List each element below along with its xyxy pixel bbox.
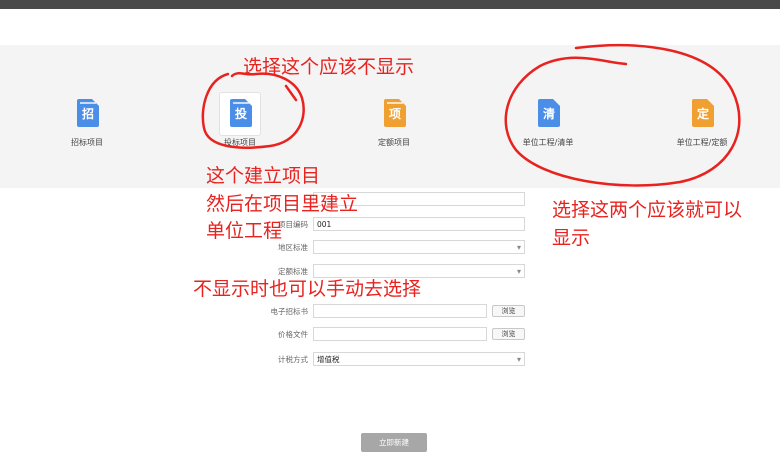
e-bid-browse-button[interactable]: 浏览 <box>492 305 525 317</box>
price-file-browse-button[interactable]: 浏览 <box>492 328 525 340</box>
quota-project-document-icon: 项 <box>384 99 406 127</box>
region-standard-row: 地区标准 <box>0 240 780 256</box>
region-standard-label: 地区标准 <box>278 243 308 252</box>
project-type-label: 投标项目 <box>224 138 256 147</box>
project-code-input[interactable]: 001 <box>313 217 525 231</box>
price-file-row: 价格文件 浏览 <box>0 327 780 343</box>
price-file-input[interactable] <box>313 327 487 341</box>
project-type-unit-quota[interactable]: 定 单位工程/定额 <box>647 92 757 148</box>
unit-project-bill-document-icon: 清 <box>538 99 560 127</box>
project-type-label: 单位工程/定额 <box>676 138 728 147</box>
project-type-bid-invitation[interactable]: 招 招标项目 <box>32 92 142 148</box>
annotation-left-line2: 然后在项目里建立 <box>206 193 359 215</box>
e-bid-file-input[interactable] <box>313 304 487 318</box>
bid-invitation-document-icon: 招 <box>77 99 99 127</box>
project-type-unit-bill[interactable]: 清 单位工程/清单 <box>493 92 603 148</box>
create-now-button[interactable]: 立即新建 <box>361 433 427 452</box>
unit-project-quota-document-icon: 定 <box>692 99 714 127</box>
icon-frame: 投 <box>219 92 261 136</box>
e-bid-file-label: 电子招标书 <box>270 307 309 316</box>
project-type-label: 单位工程/清单 <box>522 138 574 147</box>
project-type-label: 招标项目 <box>71 138 103 147</box>
tax-method-label: 计税方式 <box>278 355 308 364</box>
region-standard-select[interactable] <box>313 240 525 254</box>
tax-method-row: 计税方式 增值税 <box>0 352 780 368</box>
project-code-label: 项目编码 <box>278 220 308 229</box>
icon-frame: 项 <box>373 92 415 136</box>
tender-document-icon: 投 <box>230 99 252 127</box>
project-type-quota[interactable]: 项 定额项目 <box>339 92 449 148</box>
icon-frame: 定 <box>681 92 723 136</box>
annotation-top: 选择这个应该不显示 <box>243 56 415 78</box>
annotation-right-line1: 选择这两个应该就可以 <box>552 199 743 221</box>
tax-method-select[interactable]: 增值税 <box>313 352 525 366</box>
tax-method-value: 增值税 <box>317 355 340 364</box>
icon-frame: 清 <box>527 92 569 136</box>
annotation-left-line3: 单位工程 <box>206 220 283 242</box>
annotation-left-line1: 这个建立项目 <box>206 165 321 187</box>
project-type-tender[interactable]: 投 投标项目 <box>185 92 295 148</box>
icon-frame: 招 <box>66 92 108 136</box>
annotation-right-line2: 显示 <box>552 227 591 249</box>
annotation-middle: 不显示时也可以手动去选择 <box>193 278 422 300</box>
e-bid-file-row: 电子招标书 浏览 <box>0 304 780 320</box>
window-top-bar <box>0 0 780 9</box>
project-type-label: 定额项目 <box>378 138 410 147</box>
price-file-label: 价格文件 <box>278 330 308 339</box>
